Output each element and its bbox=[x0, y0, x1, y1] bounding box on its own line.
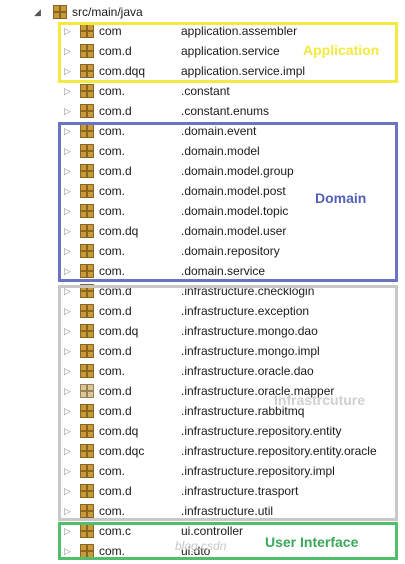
package-row[interactable]: ▷ com. .constant bbox=[64, 81, 405, 101]
package-suffix: .constant bbox=[181, 84, 230, 98]
root-label: src/main/java bbox=[72, 5, 143, 19]
package-icon bbox=[80, 104, 94, 118]
package-suffix: .constant.enums bbox=[181, 104, 270, 118]
source-folder-icon bbox=[53, 5, 67, 19]
application-label: Application bbox=[303, 42, 380, 58]
watermark: blog.csdn bbox=[175, 539, 227, 553]
domain-label: Domain bbox=[315, 190, 367, 206]
project-root[interactable]: ◢ src/main/java bbox=[34, 2, 143, 22]
expand-arrow-icon[interactable]: ▷ bbox=[64, 106, 76, 117]
package-row[interactable]: ▷ com.d .constant.enums bbox=[64, 101, 405, 121]
package-icon bbox=[80, 84, 94, 98]
collapse-arrow-icon[interactable]: ◢ bbox=[34, 7, 44, 18]
ui-label: User Interface bbox=[265, 534, 359, 550]
package-prefix: com. bbox=[99, 84, 126, 98]
infrastructure-label: Infrastrcuture bbox=[274, 392, 366, 408]
package-prefix: com.d bbox=[99, 104, 132, 118]
expand-arrow-icon[interactable]: ▷ bbox=[64, 86, 76, 97]
